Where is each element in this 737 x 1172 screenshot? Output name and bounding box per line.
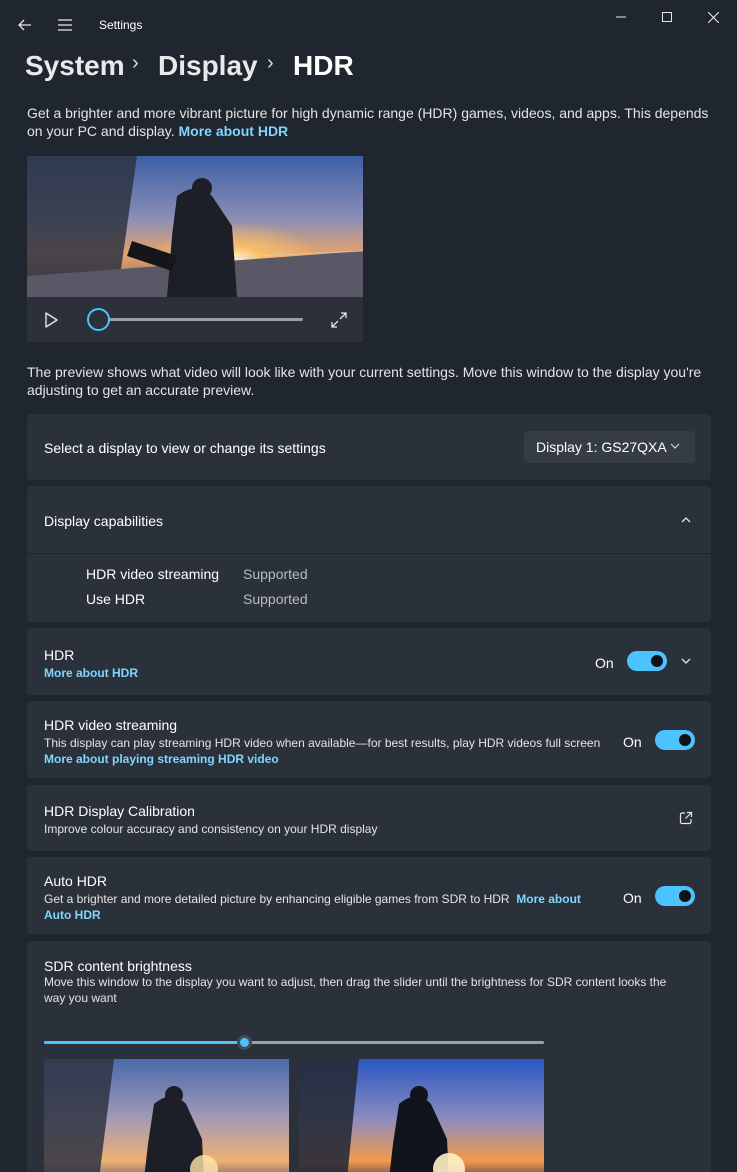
display-dropdown[interactable]: Display 1: GS27QXA	[524, 431, 695, 463]
sdr-preview-picture	[44, 1059, 289, 1172]
hdr-streaming-toggle[interactable]	[655, 730, 695, 750]
auto-hdr-state-label: On	[623, 890, 642, 906]
title-bar: Settings	[0, 0, 737, 48]
toggle-knob	[651, 655, 663, 667]
menu-button[interactable]	[53, 13, 77, 37]
hdr-state-label: On	[595, 655, 614, 671]
intro-text: Get a brighter and more vibrant picture …	[27, 105, 709, 139]
sdr-preview-image	[44, 1059, 289, 1172]
sdr-slider-fill	[44, 1041, 244, 1044]
breadcrumb-separator: ›	[132, 52, 139, 74]
capabilities-header[interactable]: Display capabilities	[27, 486, 711, 553]
fullscreen-icon	[331, 312, 347, 328]
sdr-desc-line-2: way you want	[44, 991, 117, 1005]
intro-description: Get a brighter and more vibrant picture …	[27, 104, 717, 140]
back-arrow-icon	[18, 19, 31, 31]
hdr-title: HDR	[44, 647, 75, 663]
divider	[27, 553, 711, 554]
calibration-desc: Improve colour accuracy and consistency …	[44, 822, 378, 836]
hamburger-menu-icon	[58, 19, 72, 31]
hdr-streaming-link[interactable]: More about playing streaming HDR video	[44, 752, 279, 766]
hdr-more-link[interactable]: More about HDR	[44, 666, 138, 680]
auto-hdr-description: Get a brighter and more detailed picture…	[44, 891, 604, 923]
toggle-knob	[679, 890, 691, 902]
sdr-title: SDR content brightness	[44, 958, 192, 974]
auto-hdr-card: Auto HDR Get a brighter and more detaile…	[27, 857, 711, 934]
auto-hdr-link[interactable]: Auto HDR	[44, 908, 101, 922]
sdr-brightness-card: SDR content brightness Move this window …	[27, 941, 711, 1172]
minimize-icon	[616, 16, 626, 18]
hdr-streaming-desc: This display can play streaming HDR vide…	[44, 736, 601, 750]
close-button[interactable]	[690, 1, 736, 33]
calibration-title: HDR Display Calibration	[44, 803, 195, 819]
seek-bar[interactable]	[97, 318, 303, 321]
capability-value: Supported	[243, 566, 308, 582]
toggle-knob	[679, 734, 691, 746]
open-external-icon[interactable]	[679, 811, 693, 825]
back-button[interactable]	[13, 13, 37, 37]
chevron-down-icon[interactable]	[680, 655, 692, 667]
hdr-streaming-state-label: On	[623, 734, 642, 750]
display-dropdown-value: Display 1: GS27QXA	[536, 439, 667, 455]
hdr-preview-picture	[299, 1059, 544, 1172]
close-icon	[707, 11, 719, 23]
chevron-up-icon	[681, 517, 691, 523]
capability-label: Use HDR	[86, 591, 146, 607]
display-select-label: Select a display to view or change its s…	[44, 440, 326, 456]
breadcrumb-separator: ›	[267, 52, 274, 74]
auto-hdr-link[interactable]: More about	[516, 892, 581, 906]
sdr-desc-line-1: Move this window to the display you want…	[44, 975, 667, 989]
maximize-icon	[662, 12, 672, 22]
capability-value: Supported	[243, 591, 308, 607]
more-about-hdr-link[interactable]: More about HDR	[179, 123, 289, 139]
hdr-toggle[interactable]	[627, 651, 667, 671]
page-title: HDR	[293, 50, 354, 81]
play-icon	[45, 312, 58, 328]
seek-thumb[interactable]	[87, 308, 110, 331]
play-button[interactable]	[41, 310, 61, 330]
minimize-button[interactable]	[598, 1, 644, 33]
sdr-slider-thumb[interactable]	[236, 1035, 252, 1050]
auto-hdr-title: Auto HDR	[44, 873, 108, 889]
breadcrumb-system[interactable]: System	[25, 48, 125, 84]
fullscreen-button[interactable]	[329, 310, 349, 330]
capability-label: HDR video streaming	[86, 566, 220, 582]
breadcrumb-display[interactable]: Display	[158, 48, 258, 84]
auto-hdr-toggle[interactable]	[655, 886, 695, 906]
video-controls	[27, 297, 363, 342]
maximize-button[interactable]	[644, 1, 690, 33]
video-thumbnail	[27, 156, 363, 297]
display-select-card: Select a display to view or change its s…	[27, 414, 711, 480]
hdr-streaming-title: HDR video streaming	[44, 717, 178, 733]
hdr-streaming-card: HDR video streaming This display can pla…	[27, 701, 711, 778]
auto-hdr-desc: Get a brighter and more detailed picture…	[44, 892, 510, 906]
hdr-preview-image	[299, 1059, 544, 1172]
preview-note: The preview shows what video will look l…	[27, 364, 702, 398]
chevron-down-icon	[670, 443, 680, 449]
capabilities-title: Display capabilities	[44, 513, 164, 529]
hdr-card: HDR More about HDR On	[27, 628, 711, 695]
display-capabilities-card: Display capabilities HDR video streaming…	[27, 486, 711, 622]
app-title: Settings	[99, 18, 143, 32]
video-preview	[27, 156, 363, 342]
calibration-card[interactable]: HDR Display Calibration Improve colour a…	[27, 785, 711, 851]
